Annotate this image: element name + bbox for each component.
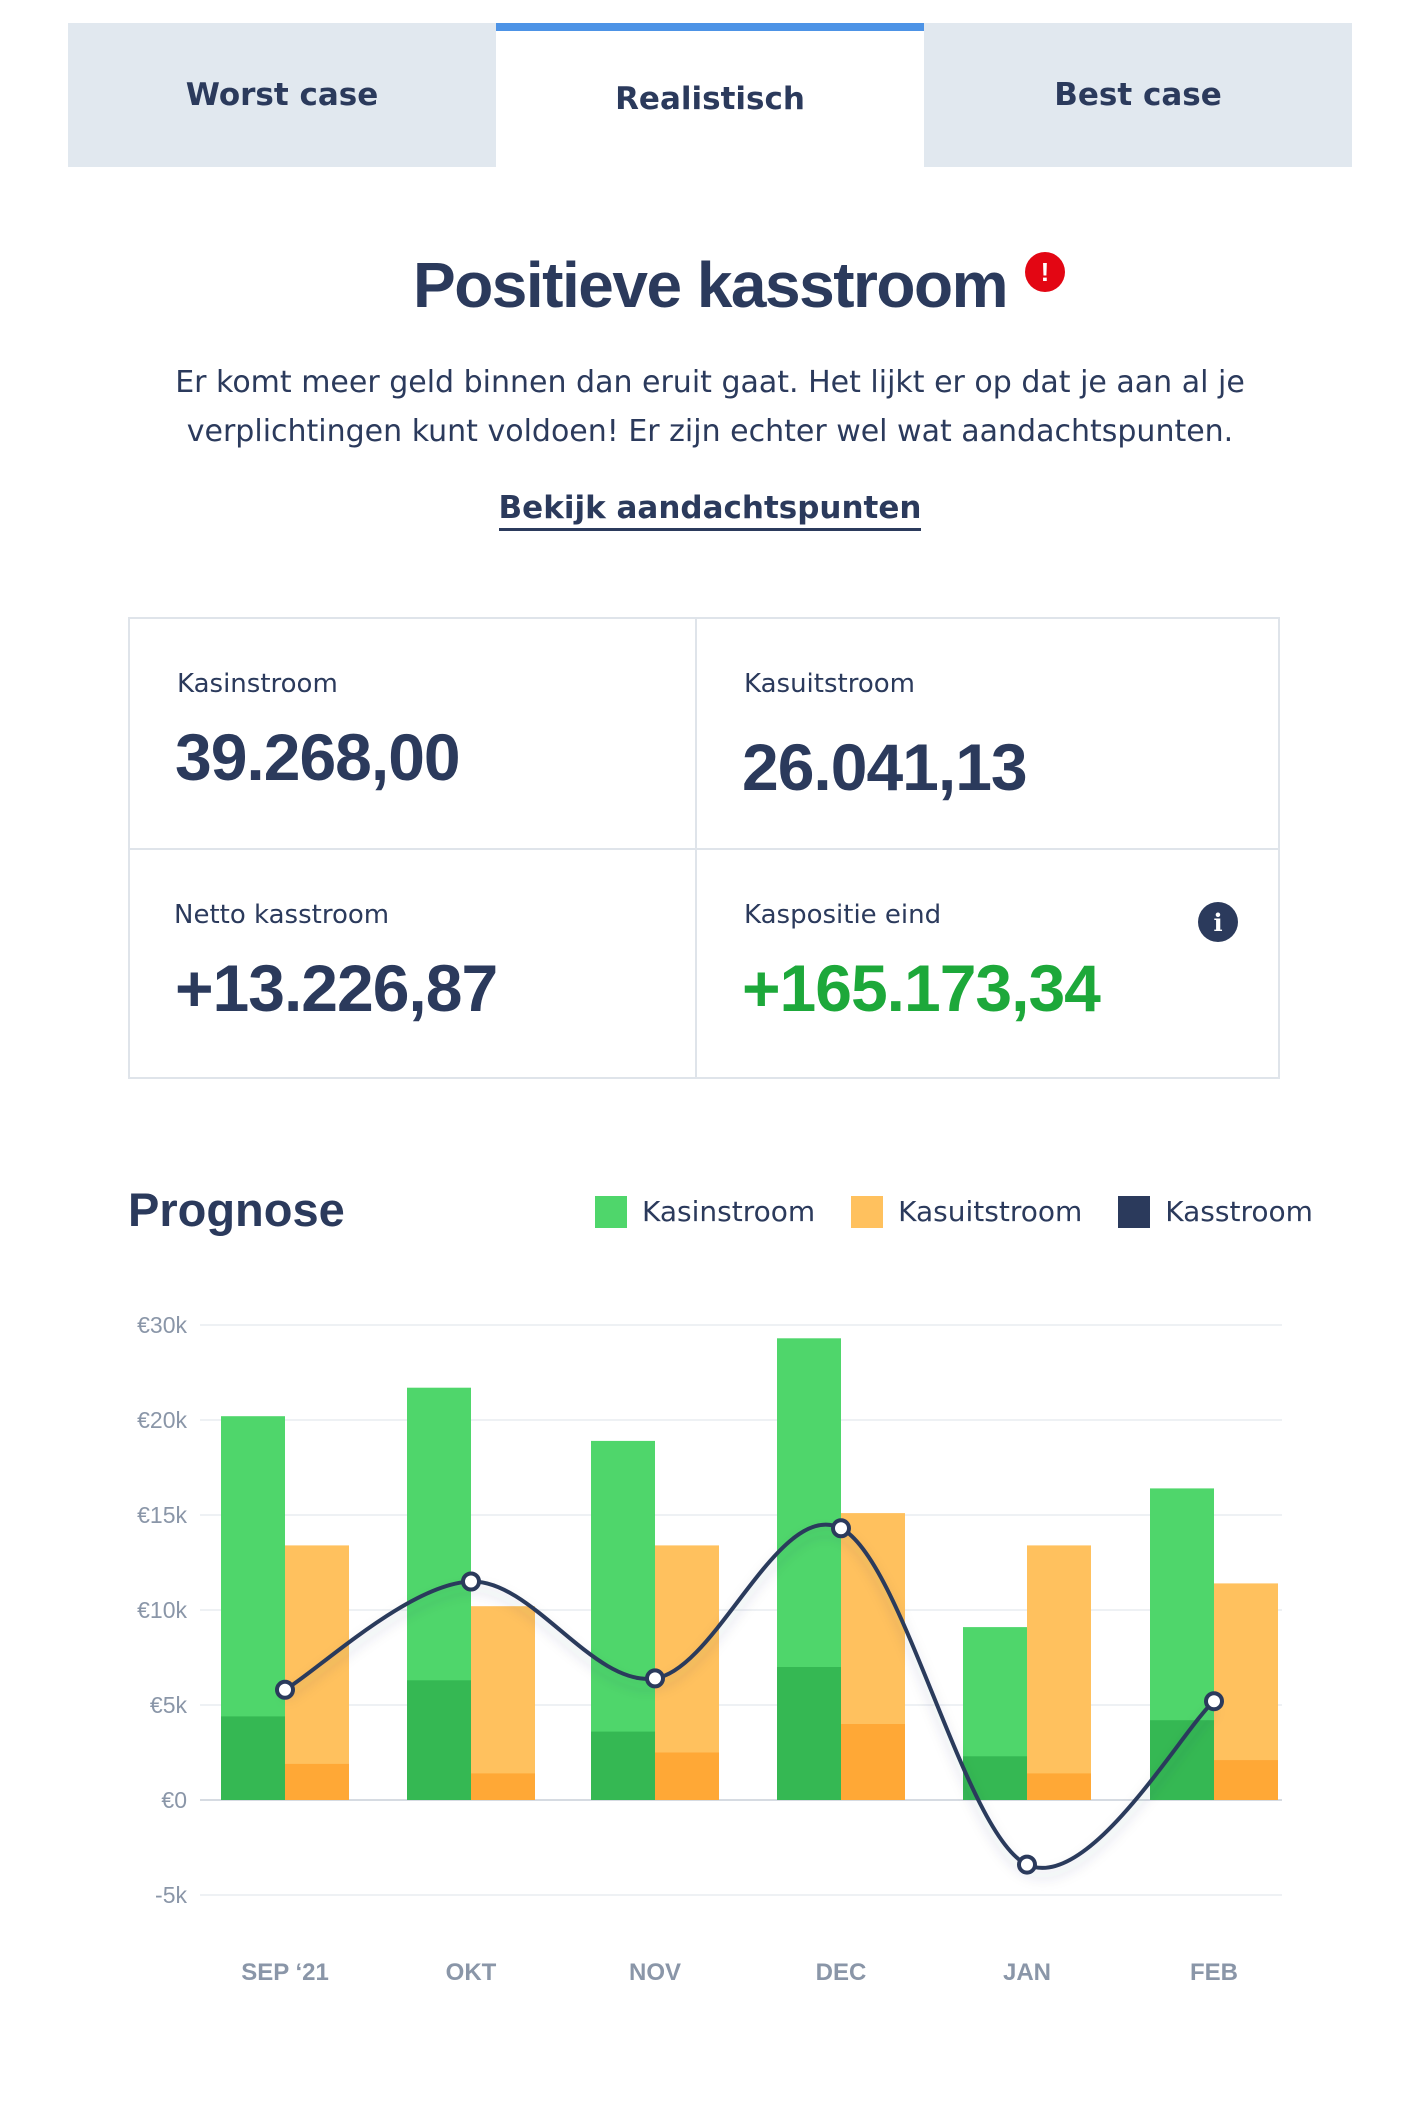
bar-inflow-base (777, 1667, 841, 1800)
info-icon[interactable]: i (1198, 902, 1238, 942)
x-tick-label: FEB (1190, 1959, 1238, 1986)
legend-item-inflow: Kasinstroom (595, 1195, 815, 1228)
forecast-chart: €30k €20k €15k €10k €5k €0 -5k SEP ‘21 OKT NOV DE… (137, 1312, 1282, 1986)
kpi-outflow: Kasuitstroom 26.041,13 (697, 619, 1278, 850)
bar-outflow[interactable] (471, 1606, 535, 1800)
legend-label-outflow: Kasuitstroom (898, 1195, 1083, 1228)
kpi-inflow-label: Kasinstroom (177, 669, 338, 699)
bar-outflow-base (655, 1752, 719, 1800)
kpi-net-value: +13.226,87 (175, 951, 498, 1025)
y-tick-label: €20k (137, 1407, 187, 1433)
bar-outflow-base (285, 1763, 349, 1800)
x-tick-label: SEP ‘21 (241, 1959, 329, 1986)
kpi-inflow: Kasinstroom 39.268,00 (130, 619, 697, 850)
bar-outflow[interactable] (1027, 1545, 1091, 1800)
legend-swatch-outflow (851, 1195, 884, 1228)
cashflow-point[interactable] (645, 1668, 665, 1689)
kpi-position: Kaspositie eind i +165.173,34 (697, 850, 1278, 1077)
x-tick-label: DEC (816, 1959, 867, 1986)
bar-outflow[interactable] (285, 1545, 349, 1800)
attention-points-link[interactable]: Bekijk aandachtspunten (498, 490, 922, 531)
x-tick-label: JAN (1003, 1959, 1051, 1986)
x-tick-label: NOV (629, 1959, 681, 1986)
y-tick-label: €30k (137, 1312, 187, 1338)
x-tick-label: OKT (446, 1959, 497, 1986)
bar-outflow-base (471, 1773, 535, 1800)
kpi-inflow-value: 39.268,00 (175, 720, 461, 794)
kpi-outflow-value: 26.041,13 (742, 730, 1028, 804)
legend-label-cashflow: Kasstroom (1165, 1195, 1313, 1228)
kpi-position-label: Kaspositie eind (744, 900, 942, 930)
kpi-outflow-label: Kasuitstroom (744, 669, 915, 699)
cashflow-point[interactable] (1017, 1854, 1037, 1875)
chart-title: Prognose (128, 1183, 345, 1236)
page-title: Positieve kasstroom (413, 249, 1009, 321)
summary-text: Er komt meer geld binnen dan eruit gaat.… (175, 365, 1245, 449)
cashflow-point[interactable] (831, 1518, 851, 1539)
kpi-net-label: Netto kasstroom (174, 900, 390, 930)
legend-swatch-inflow (595, 1195, 627, 1228)
legend-swatch-cashflow (1118, 1195, 1151, 1228)
scenario-tabs: Worst case Realistisch Best case (68, 23, 1352, 167)
legend-item-cashflow: Kasstroom (1118, 1195, 1313, 1228)
cashflow-point[interactable] (1204, 1691, 1224, 1712)
cashflow-point[interactable] (461, 1571, 481, 1592)
bar-inflow-base (963, 1756, 1027, 1800)
legend-item-outflow: Kasuitstroom (851, 1195, 1082, 1228)
y-tick-label: -5k (155, 1882, 187, 1908)
bar-outflow-base (1214, 1760, 1278, 1800)
tab-realistisch[interactable]: Realistisch (496, 23, 924, 167)
bar-inflow-base (221, 1716, 285, 1800)
cashflow-point[interactable] (275, 1679, 295, 1700)
bar-inflow-base (591, 1731, 655, 1800)
y-tick-label: €10k (137, 1597, 187, 1623)
legend-label-inflow: Kasinstroom (642, 1195, 816, 1228)
y-tick-label: €15k (137, 1502, 187, 1528)
attention-points-link-wrapper: Bekijk aandachtspunten (0, 490, 1420, 531)
kpi-grid: Kasinstroom 39.268,00 Kasuitstroom 26.04… (128, 617, 1280, 1079)
bar-inflow-base (1150, 1720, 1214, 1800)
chart-legend: Kasinstroom Kasuitstroom Kasstroom (595, 1195, 1313, 1228)
tab-worst-case[interactable]: Worst case (68, 23, 496, 167)
exclamation-icon[interactable]: ! (1025, 252, 1065, 292)
y-tick-label: €0 (161, 1787, 187, 1813)
bar-inflow-base (407, 1680, 471, 1800)
kpi-net: Netto kasstroom +13.226,87 (130, 850, 697, 1077)
kpi-position-value: +165.173,34 (742, 951, 1101, 1025)
bar-outflow-base (1027, 1773, 1091, 1800)
bar-outflow-base (841, 1724, 905, 1800)
tab-best-case[interactable]: Best case (924, 23, 1352, 167)
y-tick-label: €5k (150, 1692, 188, 1718)
